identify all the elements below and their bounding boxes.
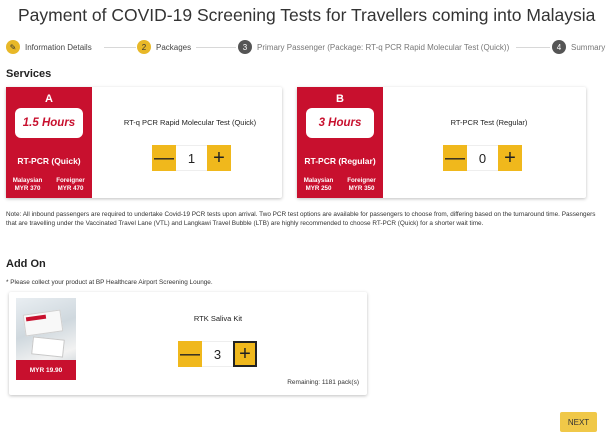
step-connector [516, 47, 550, 48]
service-tag: B 3 Hours RT-PCR (Regular) Malaysian MYR… [297, 87, 383, 198]
turnaround-badge: 1.5 Hours [15, 108, 83, 138]
quantity-stepper: — 1 + [152, 145, 231, 171]
step-label: Packages [156, 42, 192, 52]
quantity-value[interactable]: 3 [202, 341, 233, 367]
price-value: MYR 350 [348, 185, 375, 192]
addon-heading: Add On [6, 258, 46, 270]
addon-note: * Please collect your product at BP Heal… [6, 279, 213, 286]
pencil-icon: ✎ [6, 40, 20, 54]
service-code: RT-PCR (Quick) [17, 156, 81, 166]
service-code: RT-PCR (Regular) [304, 156, 376, 166]
step-connector [104, 47, 136, 48]
step-number: 3 [238, 40, 252, 54]
product-price: MYR 19.90 [16, 360, 76, 380]
page-title: Payment of COVID-19 Screening Tests for … [18, 5, 596, 25]
increment-button[interactable]: + [207, 145, 231, 171]
step-label: Information Details [25, 42, 92, 52]
step-summary[interactable]: 4 Summary [552, 40, 605, 54]
increment-button[interactable]: + [498, 145, 522, 171]
decrement-button[interactable]: — [443, 145, 467, 171]
kit-tube-shape [31, 336, 65, 358]
step-number: 2 [137, 40, 151, 54]
decrement-button[interactable]: — [178, 341, 202, 367]
increment-button[interactable]: + [233, 341, 257, 367]
malaysian-price: Malaysian MYR 370 [6, 177, 49, 193]
price-value: MYR 370 [14, 185, 41, 192]
step-primary-passenger[interactable]: 3 Primary Passenger (Package: RT-q PCR R… [238, 40, 509, 54]
quantity-value[interactable]: 0 [467, 145, 498, 171]
quantity-value[interactable]: 1 [176, 145, 207, 171]
malaysian-price: Malaysian MYR 250 [297, 177, 340, 193]
step-label: Summary [571, 42, 606, 52]
price-value: MYR 250 [305, 185, 332, 192]
price-label: Malaysian [12, 177, 43, 184]
turnaround-badge: 3 Hours [306, 108, 374, 138]
price-label: Foreigner [347, 177, 376, 184]
price-label: Malaysian [303, 177, 334, 184]
services-heading: Services [6, 68, 52, 80]
step-number: 4 [552, 40, 566, 54]
next-button[interactable]: NEXT [560, 412, 597, 432]
turnaround-text: 3 Hours [318, 117, 362, 129]
foreigner-price: Foreigner MYR 470 [49, 177, 92, 193]
service-name: RT-q PCR Rapid Molecular Test (Quick) [123, 118, 257, 127]
service-card-quick: A 1.5 Hours RT-PCR (Quick) Malaysian MYR… [6, 87, 282, 198]
service-tag: A 1.5 Hours RT-PCR (Quick) Malaysian MYR… [6, 87, 92, 198]
service-letter: B [336, 93, 344, 105]
service-card-regular: B 3 Hours RT-PCR (Regular) Malaysian MYR… [297, 87, 586, 198]
quantity-stepper: — 0 + [443, 145, 522, 171]
quantity-stepper: — 3 + [178, 341, 257, 367]
service-name: RT-PCR Test (Regular) [450, 118, 528, 127]
service-letter: A [45, 93, 53, 105]
progress-stepper: ✎ Information Details 2 Packages 3 Prima… [6, 40, 606, 56]
step-connector [196, 47, 236, 48]
price-value: MYR 470 [57, 185, 84, 192]
decrement-button[interactable]: — [152, 145, 176, 171]
turnaround-text: 1.5 Hours [22, 117, 76, 129]
step-label: Primary Passenger (Package: RT-q PCR Rap… [257, 42, 510, 52]
price-label: Foreigner [56, 177, 85, 184]
step-packages[interactable]: 2 Packages [137, 40, 191, 54]
stock-remaining: Remaining: 1181 pack(s) [287, 379, 359, 386]
step-information-details[interactable]: ✎ Information Details [6, 40, 92, 54]
services-note: Note: All inbound passengers are require… [6, 211, 596, 228]
foreigner-price: Foreigner MYR 350 [340, 177, 383, 193]
kit-box-shape [22, 309, 64, 337]
addon-card-rtk-saliva-kit: MYR 19.90 RTK Saliva Kit — 3 + Remaining… [9, 292, 367, 395]
product-name: RTK Saliva Kit [193, 314, 243, 323]
